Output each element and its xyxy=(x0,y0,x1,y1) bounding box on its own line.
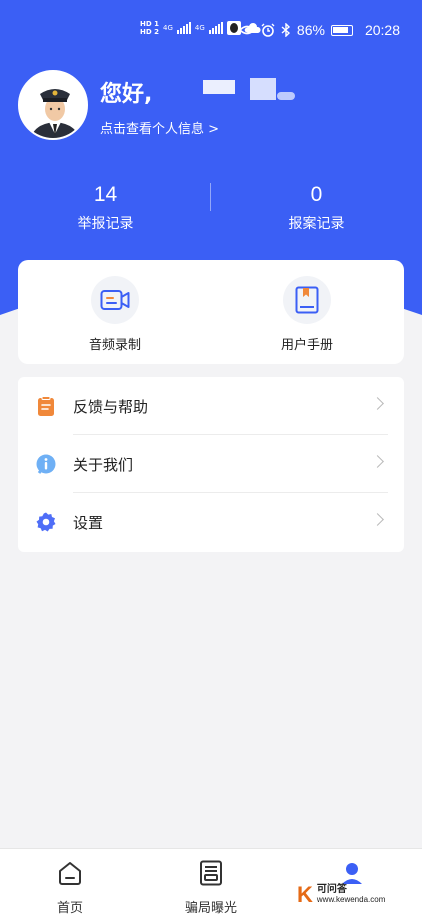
bluetooth-icon xyxy=(281,23,290,37)
greeting-text: 您好, xyxy=(100,82,153,107)
case-records-count: 0 xyxy=(310,183,323,206)
menu-item-settings[interactable]: 设置 xyxy=(18,493,404,551)
username-redacted-3 xyxy=(277,92,295,100)
home-icon xyxy=(59,862,81,885)
menu-item-about-label: 关于我们 xyxy=(73,455,134,474)
hd1-label: HD 1 xyxy=(140,20,159,28)
status-bar: HD 1 HD 2 4G 4G 86% 20:28 xyxy=(0,18,422,44)
user-manual-label: 用户手册 xyxy=(280,338,333,353)
battery-percent: 86% xyxy=(296,22,325,38)
hd-indicators: HD 1 HD 2 xyxy=(140,20,159,36)
network-2-label: 4G xyxy=(194,24,205,32)
clock: 20:28 xyxy=(364,22,400,38)
eye-icon xyxy=(238,25,255,35)
book-icon xyxy=(295,286,319,314)
tab-home[interactable]: 首页 xyxy=(20,859,120,915)
watermark-name: 可问答 xyxy=(316,884,347,895)
menu-item-feedback-label: 反馈与帮助 xyxy=(73,397,149,416)
username-redacted-2 xyxy=(250,78,276,100)
watermark-letter: K xyxy=(297,882,313,907)
case-records-label: 报案记录 xyxy=(288,216,345,232)
signal-2-icon xyxy=(208,22,223,34)
watermark-url: www.kewenda.com xyxy=(316,895,386,904)
hd2-label: HD 2 xyxy=(140,28,159,36)
alarm-icon xyxy=(261,23,275,37)
tab-scam-exposure[interactable]: 骗局曝光 xyxy=(161,859,261,915)
menu-item-feedback[interactable]: 反馈与帮助 xyxy=(18,377,404,435)
case-records-stat[interactable]: 0 报案记录 xyxy=(211,183,422,233)
info-icon xyxy=(36,454,56,474)
video-record-icon xyxy=(100,290,130,310)
user-manual-icon-box xyxy=(283,276,331,324)
menu-item-about[interactable]: 关于我们 xyxy=(18,435,404,493)
chevron-right-icon xyxy=(371,397,384,410)
audio-record-label: 音频录制 xyxy=(88,338,141,353)
audio-record-icon-box xyxy=(91,276,139,324)
signal-1-icon xyxy=(176,22,191,34)
report-records-stat[interactable]: 14 举报记录 xyxy=(0,183,211,233)
tab-scam-exposure-label: 骗局曝光 xyxy=(184,901,237,915)
audio-record-button[interactable]: 音频录制 xyxy=(55,276,175,353)
settings-menu: 反馈与帮助 关于我们 设置 xyxy=(18,377,404,552)
menu-item-settings-label: 设置 xyxy=(73,513,104,532)
watermark-logo: K 可问答 www.kewenda.com xyxy=(297,882,385,908)
avatar[interactable] xyxy=(18,70,88,140)
gear-icon xyxy=(36,512,56,532)
tools-card: 音频录制 用户手册 xyxy=(18,260,404,364)
chevron-right-icon xyxy=(371,513,384,526)
chevron-right-icon xyxy=(371,455,384,468)
clipboard-icon xyxy=(38,396,54,416)
view-profile-link[interactable]: 点击查看个人信息 > xyxy=(100,118,219,137)
report-records-label: 举报记录 xyxy=(77,216,134,232)
news-icon xyxy=(200,860,222,886)
battery-icon xyxy=(330,24,353,36)
report-records-count: 14 xyxy=(93,183,118,206)
network-1-label: 4G xyxy=(162,24,173,32)
tab-home-label: 首页 xyxy=(56,901,83,915)
username-redacted xyxy=(203,80,235,94)
status-right: 86% 20:28 xyxy=(238,22,400,38)
user-manual-button[interactable]: 用户手册 xyxy=(247,276,367,353)
